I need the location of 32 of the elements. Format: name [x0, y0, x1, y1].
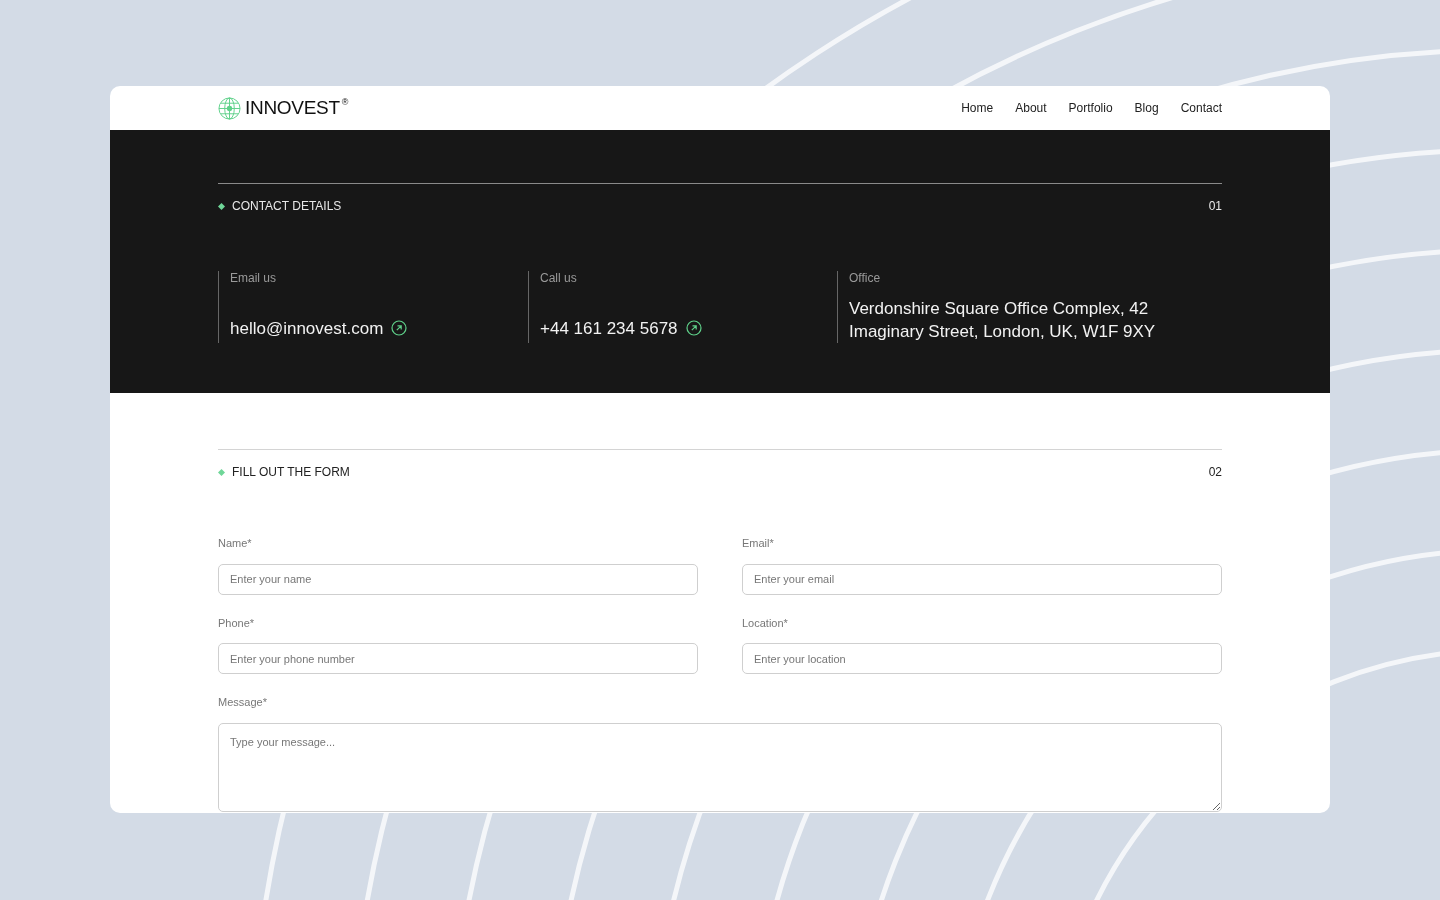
field-label: Name*	[218, 536, 253, 551]
registered-mark: ®	[341, 95, 349, 109]
contact-label: Call us	[540, 270, 578, 287]
arrow-circle-icon	[685, 320, 702, 337]
input-field[interactable]: Enter your phone number	[218, 643, 698, 674]
diamond-icon	[218, 202, 225, 210]
contact-label: Email us	[230, 270, 277, 287]
nav-link[interactable]: Home	[961, 99, 994, 117]
office-address: Verdonshire Square Office Complex, 42 Imaginary Street, London, UK, W1F 9XY	[849, 298, 1157, 343]
input-field[interactable]: Enter your location	[742, 643, 1222, 674]
field-label: Location*	[742, 615, 789, 631]
field-label: Phone*	[218, 615, 256, 631]
nav-link[interactable]: Portfolio	[1068, 99, 1113, 117]
phone-number-link[interactable]: +44 161 234 5678	[540, 315, 702, 341]
arrow-circle-icon	[391, 320, 408, 337]
nav-link[interactable]: About	[1015, 99, 1047, 117]
section-title: CONTACT DETAILS	[232, 198, 342, 215]
brand-name[interactable]: INNOVEST	[245, 93, 340, 123]
field-label: Message*	[218, 695, 268, 710]
nav-link[interactable]: Blog	[1134, 99, 1159, 117]
input-field[interactable]: Enter your name	[218, 563, 698, 595]
input-field[interactable]: Enter your email	[742, 563, 1222, 595]
field-label: Email*	[742, 536, 775, 551]
nav-link[interactable]: Contact	[1180, 99, 1222, 117]
section-title: FILL OUT THE FORM	[232, 464, 350, 481]
email-link[interactable]: hello@innovest.com	[230, 315, 408, 341]
section-number: 01	[1208, 198, 1222, 215]
globe-logo-icon	[218, 96, 241, 120]
diamond-icon	[218, 468, 225, 476]
message-field[interactable]: Type your message...	[218, 722, 1222, 812]
contact-label: Office	[849, 270, 882, 287]
section-number: 02	[1208, 464, 1222, 481]
